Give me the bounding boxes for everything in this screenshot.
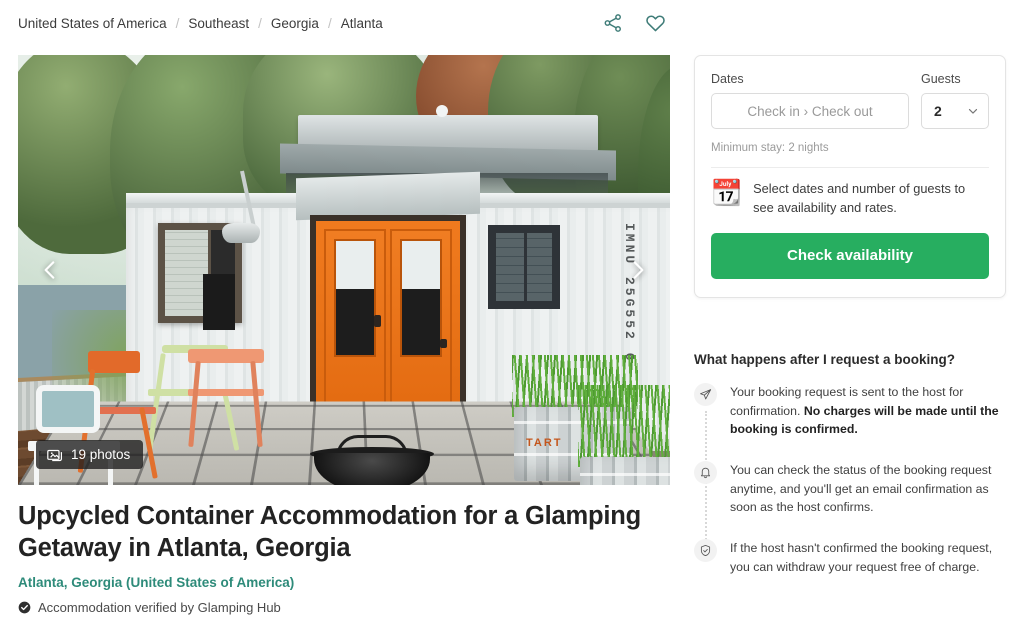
door-glass <box>400 239 442 357</box>
verified-badge: Accommodation verified by Glamping Hub <box>18 600 670 615</box>
availability-note-text: Select dates and number of guests to see… <box>753 181 966 215</box>
calendar-icon: 📆 <box>711 179 743 207</box>
roof-finial <box>436 105 448 117</box>
share-icon[interactable] <box>602 12 624 34</box>
ornamental-grass <box>578 385 670 467</box>
guests-label: Guests <box>921 72 961 86</box>
window-mullion <box>524 233 527 301</box>
faq-step-text-plain: You can check the status of the booking … <box>730 463 992 515</box>
planter-brand-text: TART <box>526 436 563 449</box>
shield-check-icon <box>694 539 717 563</box>
guests-select[interactable]: 2 <box>921 93 989 129</box>
top-bar: United States of America / Southeast / G… <box>0 0 1024 50</box>
photos-count-badge[interactable]: 19 photos <box>36 440 144 469</box>
minimum-stay-text: Minimum stay: 2 nights <box>711 142 829 154</box>
listing-page: United States of America / Southeast / G… <box>0 0 1024 628</box>
check-badge-icon <box>18 601 31 614</box>
door-glass <box>334 239 376 357</box>
page-title: Upcycled Container Accommodation for a G… <box>18 502 641 563</box>
faq-steps: Your booking request is sent to the host… <box>694 383 1006 577</box>
breadcrumb-separator: / <box>327 16 332 31</box>
breadcrumb-item-state[interactable]: Georgia <box>271 16 319 31</box>
faq-step: You can check the status of the booking … <box>694 461 1006 517</box>
door-handle <box>440 339 447 348</box>
faq-step-text: Your booking request is sent to the host… <box>730 383 1006 439</box>
door-handle <box>374 315 381 327</box>
breadcrumb-item-region[interactable]: Southeast <box>188 16 249 31</box>
faq-step-text-plain: If the host hasn't confirmed the booking… <box>730 541 993 574</box>
breadcrumb-item-city[interactable]: Atlanta <box>341 16 383 31</box>
fire-pit <box>314 453 430 485</box>
listing-location-link[interactable]: Atlanta, Georgia (United States of Ameri… <box>18 575 670 590</box>
photo-gallery[interactable]: IMNU 25G552 6 TART 19 photos <box>18 55 670 485</box>
heart-icon[interactable] <box>644 12 666 34</box>
faq-step: Your booking request is sent to the host… <box>694 383 1006 439</box>
chair-back <box>88 351 140 373</box>
booking-faq: What happens after I request a booking? … <box>694 352 1006 577</box>
breadcrumb-item-country[interactable]: United States of America <box>18 16 167 31</box>
dates-input[interactable]: Check in › Check out <box>711 93 909 129</box>
faq-step-text: If the host hasn't confirmed the booking… <box>730 539 1006 576</box>
dates-field: Dates Check in › Check out <box>711 72 909 129</box>
top-actions <box>602 12 666 34</box>
faq-step-text: You can check the status of the booking … <box>730 461 1006 517</box>
chevron-right-icon <box>625 257 651 283</box>
bell-icon <box>694 461 717 485</box>
guests-field: Guests 2 <box>921 72 989 129</box>
paper-plane-icon <box>694 383 717 406</box>
door-canopy <box>296 171 480 221</box>
breadcrumb: United States of America / Southeast / G… <box>18 16 383 31</box>
listing-info: Upcycled Container Accommodation for a G… <box>18 500 670 615</box>
dates-label: Dates <box>711 72 744 86</box>
booking-fields: Dates Check in › Check out Guests 2 <box>711 72 989 129</box>
photos-count-label: 19 photos <box>71 447 131 462</box>
window-pane <box>203 274 235 330</box>
galvanized-planter <box>580 457 670 485</box>
divider <box>711 167 989 168</box>
gallery-next-button[interactable] <box>620 252 656 288</box>
gallery-prev-button[interactable] <box>32 252 68 288</box>
listing-photo: IMNU 25G552 6 TART <box>18 55 670 485</box>
chevron-left-icon <box>37 257 63 283</box>
breadcrumb-separator: / <box>258 16 262 31</box>
container-code-text: IMNU 25G552 6 <box>622 223 637 364</box>
booking-card: Dates Check in › Check out Guests 2 Mini… <box>694 55 1006 298</box>
check-availability-button[interactable]: Check availability <box>711 232 989 279</box>
faq-step: If the host hasn't confirmed the booking… <box>694 539 1006 576</box>
barn-lamp-icon <box>222 223 260 243</box>
window-right <box>488 225 560 309</box>
planter-band <box>580 473 670 476</box>
breadcrumb-separator: / <box>175 16 180 31</box>
photo-stack-icon <box>47 447 63 462</box>
faq-heading: What happens after I request a booking? <box>694 352 956 367</box>
chair-back <box>36 385 100 433</box>
availability-note: 📆 Select dates and number of guests to s… <box>711 180 989 218</box>
guests-value: 2 <box>934 103 942 119</box>
chevron-down-icon <box>966 104 980 118</box>
verified-label: Accommodation verified by Glamping Hub <box>38 600 281 616</box>
